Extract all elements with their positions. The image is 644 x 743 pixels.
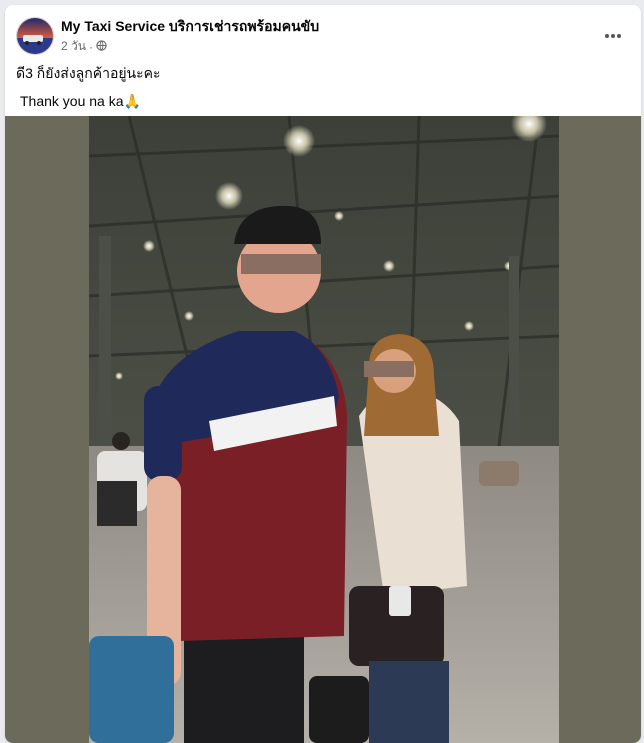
- post-photo-container[interactable]: [5, 116, 641, 743]
- page-avatar[interactable]: [16, 17, 54, 55]
- post-card: My Taxi Service บริการเช่ารถพร้อมคนขับ 2…: [5, 5, 641, 743]
- globe-icon: [96, 39, 107, 54]
- post-meta: 2 วัน ·: [61, 37, 107, 56]
- post-text-line-2: Thank you na ka🙏: [20, 93, 141, 109]
- more-options-button[interactable]: [599, 23, 627, 43]
- page-name-link[interactable]: My Taxi Service บริการเช่ารถพร้อมคนขับ: [61, 16, 319, 38]
- avatar-image: [17, 18, 53, 54]
- more-options-icon: [604, 23, 622, 44]
- meta-separator: ·: [88, 39, 93, 54]
- post-time-link[interactable]: 2 วัน: [61, 37, 86, 56]
- post-photo[interactable]: [89, 116, 559, 743]
- post-text-line-1: ดี3 ก็ยังส่งลูกค้าอยู่นะคะ: [16, 65, 161, 81]
- photo-image: [89, 116, 559, 743]
- post-text: ดี3 ก็ยังส่งลูกค้าอยู่นะคะ Thank you na …: [16, 63, 626, 111]
- post-header: My Taxi Service บริการเช่ารถพร้อมคนขับ 2…: [5, 5, 641, 61]
